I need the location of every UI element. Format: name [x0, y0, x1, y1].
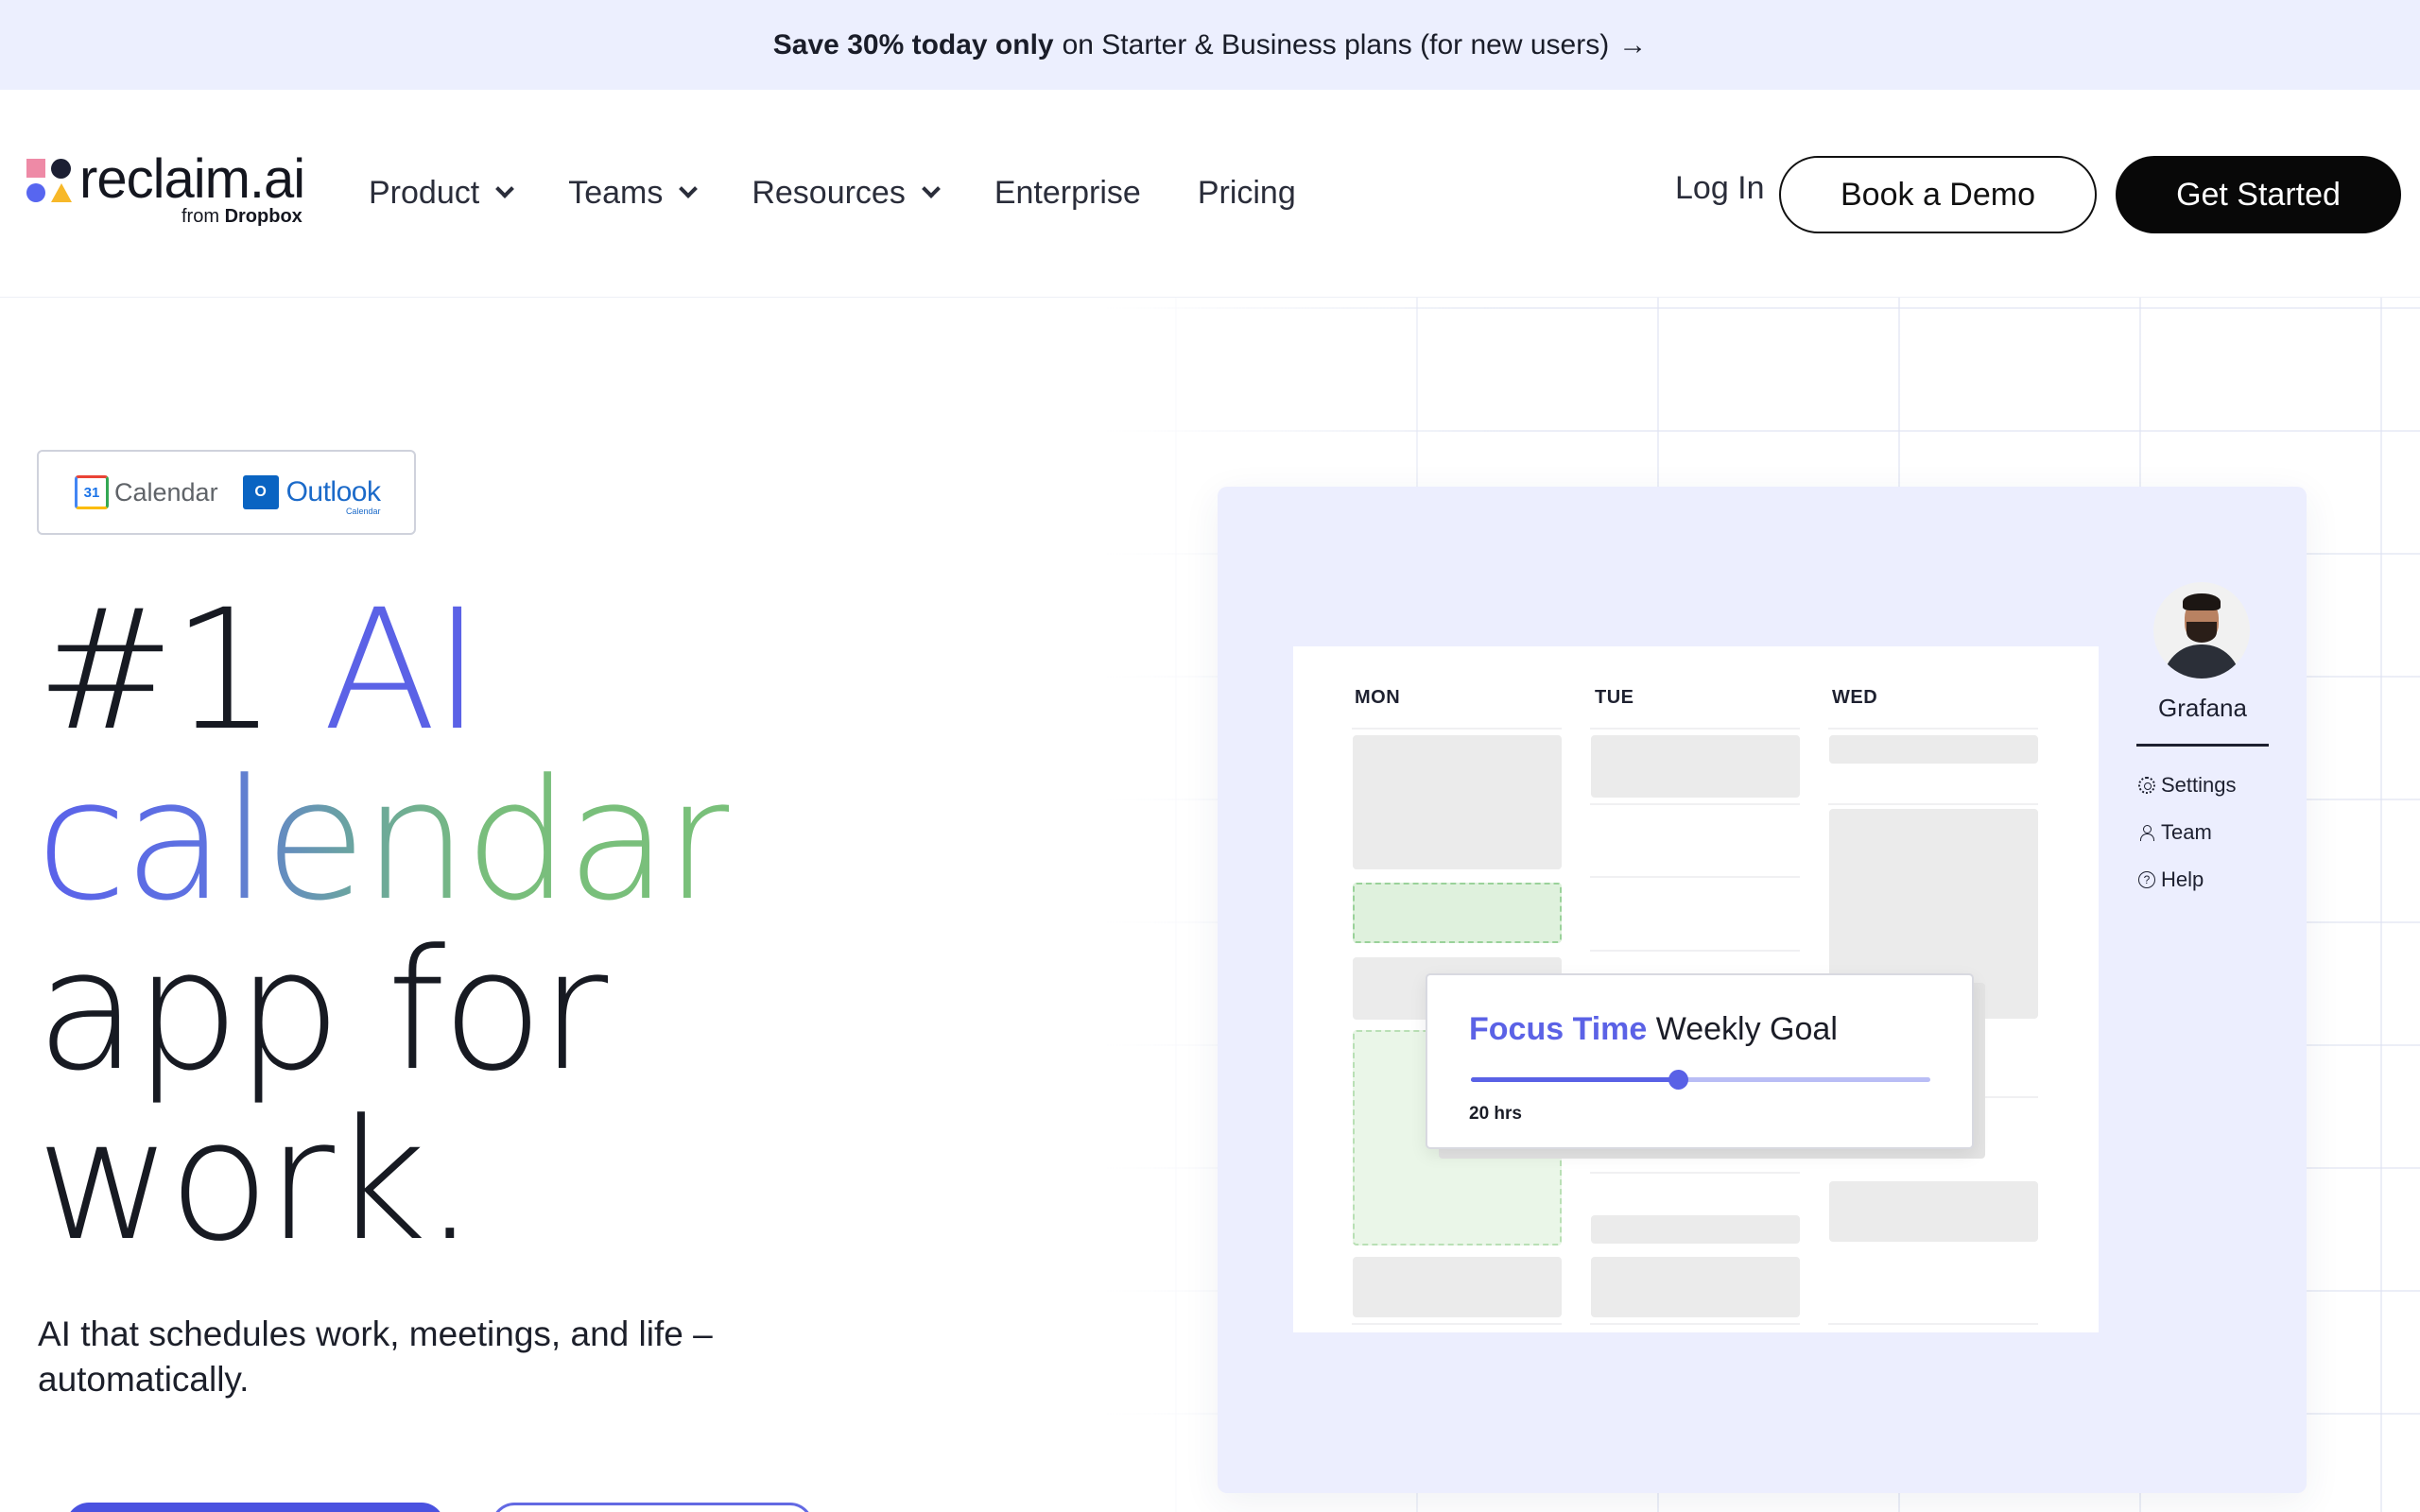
- goal-slider-handle[interactable]: [1668, 1070, 1688, 1090]
- sidebar-item-label: Help: [2161, 868, 2204, 891]
- nav-item-product[interactable]: Product: [369, 174, 515, 212]
- headline-ai: AI: [322, 574, 481, 767]
- user-name: Grafana: [2158, 694, 2247, 722]
- get-started-button[interactable]: Get Started: [2116, 156, 2401, 233]
- google-calendar-label: Calendar: [114, 477, 218, 507]
- promo-banner[interactable]: Save 30% today only on Starter & Busines…: [0, 0, 2420, 90]
- secondary-cta-button[interactable]: [492, 1503, 813, 1512]
- sidebar-item-settings[interactable]: Settings: [2138, 773, 2237, 798]
- hour-divider: [1590, 876, 1800, 878]
- nav-item-label: Teams: [568, 174, 664, 211]
- book-demo-button[interactable]: Book a Demo: [1779, 156, 2097, 233]
- hour-divider: [1590, 950, 1800, 952]
- headline-number: #1: [36, 574, 277, 767]
- goal-slider[interactable]: [1471, 1070, 1930, 1090]
- day-header-mon: MON: [1355, 687, 1401, 708]
- nav-item-teams[interactable]: Teams: [568, 174, 699, 212]
- nav-item-label: Product: [369, 174, 480, 211]
- calendar-event[interactable]: [1591, 1257, 1800, 1317]
- login-link[interactable]: Log In: [1675, 170, 1765, 207]
- hero-subheading: AI that schedules work, meetings, and li…: [38, 1314, 713, 1399]
- chevron-down-icon: [679, 180, 699, 198]
- hero-headline: #1 AI calendar app for work.: [36, 586, 733, 1278]
- hour-divider: [1590, 803, 1800, 805]
- nav-item-label: Pricing: [1197, 174, 1296, 211]
- focus-time-event[interactable]: [1353, 883, 1562, 943]
- logo-partner: Dropbox: [224, 206, 302, 227]
- avatar[interactable]: [2153, 582, 2250, 679]
- goal-title-rest: Weekly Goal: [1655, 1011, 1838, 1047]
- primary-cta-button[interactable]: [66, 1503, 444, 1512]
- hour-divider: [1590, 728, 1800, 730]
- logo-subtitle: from Dropbox: [182, 206, 302, 228]
- outlook-label-group: Outlook Calendar: [285, 476, 381, 516]
- headline-line-1: #1 AI: [36, 586, 729, 756]
- help-icon: ?: [2138, 871, 2155, 888]
- sidebar-item-label: Team: [2161, 820, 2212, 844]
- user-icon: [2138, 824, 2155, 841]
- calendar-event[interactable]: [1829, 735, 2038, 764]
- goal-title-accent: Focus Time: [1469, 1011, 1648, 1047]
- promo-bold-text: Save 30% today only: [772, 28, 1054, 60]
- headline-line-2: calendar: [36, 744, 733, 937]
- chevron-down-icon: [495, 180, 515, 198]
- calendar-event[interactable]: [1829, 1181, 2038, 1242]
- logo-from: from: [182, 206, 219, 227]
- nav-item-enterprise[interactable]: Enterprise: [994, 175, 1141, 212]
- goal-slider-fill: [1471, 1077, 1678, 1082]
- hour-divider: [1352, 1323, 1562, 1325]
- outlook-label: Outlook: [285, 476, 381, 507]
- google-calendar-icon: 31: [75, 475, 109, 509]
- goal-title: Focus Time Weekly Goal: [1469, 1011, 1838, 1048]
- hour-divider: [1590, 1323, 1800, 1325]
- nav-item-pricing[interactable]: Pricing: [1198, 175, 1296, 212]
- headline-line-4: work.: [36, 1084, 476, 1278]
- sidebar-item-help[interactable]: ? Help: [2138, 868, 2204, 892]
- logo[interactable]: reclaim.ai from Dropbox: [26, 148, 320, 236]
- hour-divider: [1828, 728, 2038, 730]
- hour-divider: [1828, 1323, 2038, 1325]
- gear-icon: [2138, 777, 2155, 794]
- reclaim-logo-mark-icon: [26, 159, 72, 204]
- day-header-tue: TUE: [1595, 687, 1634, 708]
- sidebar-item-label: Settings: [2161, 773, 2237, 797]
- main-nav: Product Teams Resources Enterprise Prici…: [369, 170, 1353, 215]
- arrow-right-icon: →: [1618, 28, 1648, 60]
- hour-divider: [1352, 728, 1562, 730]
- calendar-event[interactable]: [1353, 1257, 1562, 1317]
- calendar-integrations-badge: 31 Calendar O Outlook Calendar: [37, 450, 416, 535]
- calendar-event[interactable]: [1591, 735, 1800, 798]
- outlook-icon: O: [242, 475, 288, 509]
- day-header-wed: WED: [1832, 687, 1878, 708]
- nav-item-label: Resources: [752, 174, 906, 211]
- focus-time-goal-card: Focus Time Weekly Goal 20 hrs: [1426, 973, 1974, 1149]
- sidebar-item-team[interactable]: Team: [2138, 820, 2212, 845]
- nav-item-label: Enterprise: [994, 174, 1141, 211]
- outlook-sub-label: Calendar: [345, 507, 381, 516]
- calendar-event[interactable]: [1353, 735, 1562, 869]
- hour-divider: [1828, 803, 2038, 805]
- logo-wordmark: reclaim.ai: [79, 148, 305, 210]
- nav-item-resources[interactable]: Resources: [752, 174, 941, 212]
- hour-divider: [1590, 1172, 1800, 1174]
- headline-line-3: app for: [36, 914, 608, 1108]
- calendar-event[interactable]: [1591, 1215, 1800, 1244]
- promo-text: on Starter & Business plans (for new use…: [1062, 28, 1610, 60]
- goal-value: 20 hrs: [1469, 1104, 1522, 1124]
- chevron-down-icon: [921, 180, 941, 198]
- divider: [2136, 744, 2269, 747]
